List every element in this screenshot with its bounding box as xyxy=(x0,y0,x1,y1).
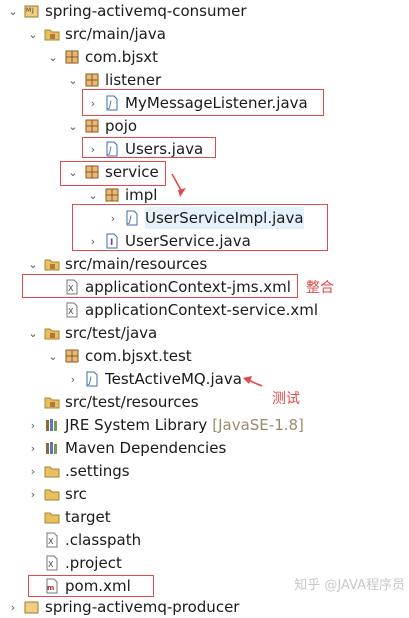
annotation-test-note: 测试 xyxy=(272,391,300,407)
watermark: 知乎 @JAVA程序员 xyxy=(294,578,405,593)
annotation-arrows xyxy=(171,173,263,387)
arrow-head-test xyxy=(243,376,252,384)
annotation-integrate-note: 整合 xyxy=(306,280,334,296)
arrow-head-service xyxy=(178,188,186,197)
arrow-service-to-impl xyxy=(171,173,183,193)
